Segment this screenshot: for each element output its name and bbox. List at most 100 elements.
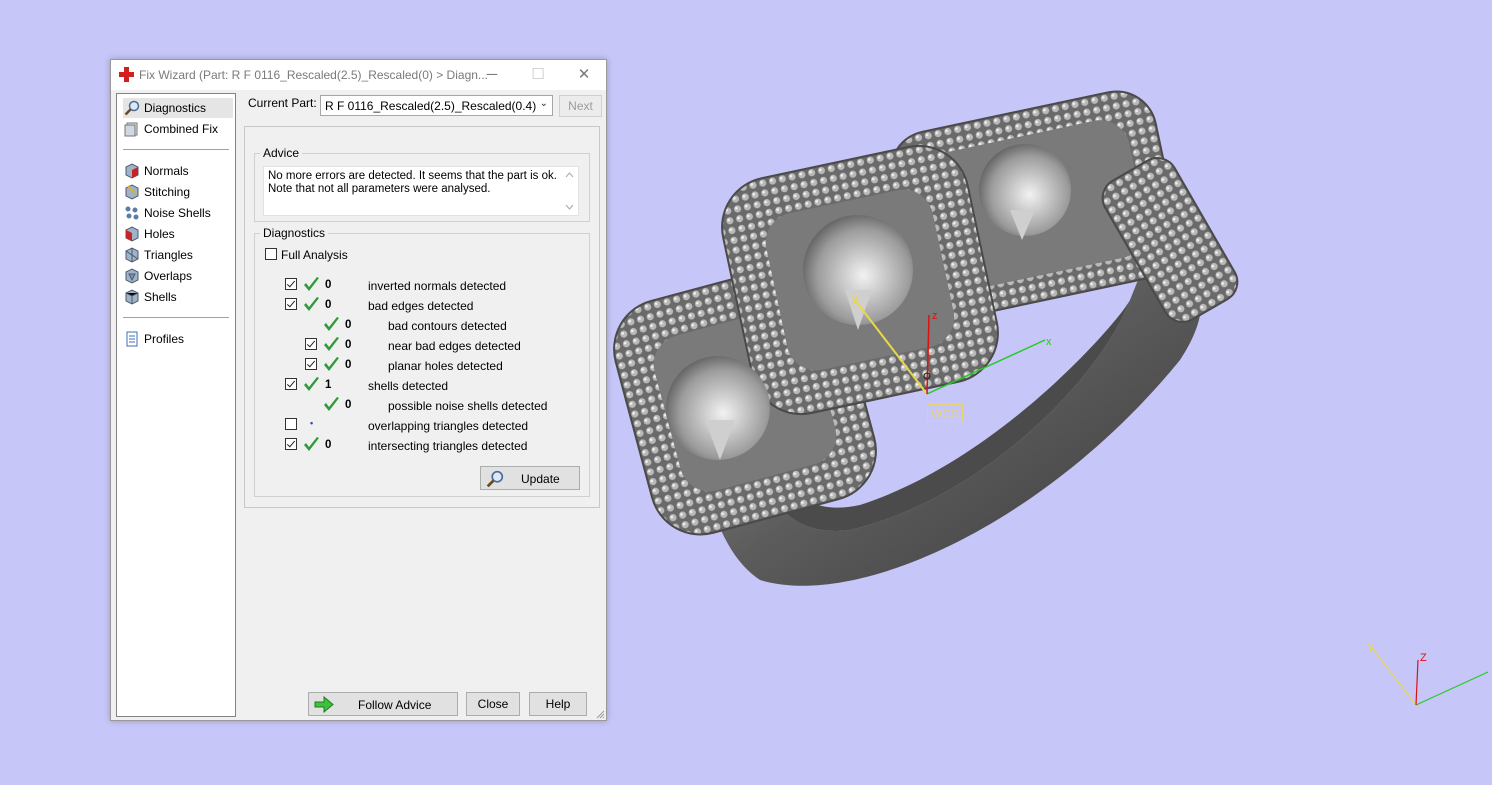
wcs-label: WCS xyxy=(927,404,963,422)
green-checkmark-icon xyxy=(324,337,339,351)
diagnostic-count: 1 xyxy=(325,379,332,391)
diagnostic-label: possible noise shells detected xyxy=(388,399,548,413)
diagnostic-label: inverted normals detected xyxy=(368,279,507,293)
diagnostic-row: 0 intersecting triangles detected xyxy=(255,437,585,456)
stitching-icon xyxy=(125,184,139,200)
sidebar-divider xyxy=(123,149,229,150)
sidebar-item-shells[interactable]: Shells xyxy=(123,287,233,307)
sidebar-item-holes[interactable]: Holes xyxy=(123,224,233,244)
diagnostic-label: near bad edges detected xyxy=(388,339,521,353)
green-arrow-icon xyxy=(314,696,334,713)
magnifier-icon xyxy=(486,470,504,488)
green-checkmark-icon xyxy=(304,297,319,311)
sidebar-item-diagnostics[interactable]: Diagnostics xyxy=(123,98,233,118)
diagnostic-count: 0 xyxy=(345,319,352,331)
help-button[interactable]: Help xyxy=(529,692,587,716)
wcs-z-label: z xyxy=(932,310,938,322)
diagnostic-row: 1 shells detected xyxy=(255,377,585,396)
diagnostic-checkbox[interactable] xyxy=(305,338,317,350)
minimize-button[interactable]: ─ xyxy=(469,60,515,90)
diagnostic-label: shells detected xyxy=(368,379,449,393)
diagnostic-count: 0 xyxy=(345,399,352,411)
diagnostic-row: 0 inverted normals detected xyxy=(255,277,585,296)
sidebar-divider xyxy=(123,317,229,318)
normals-icon xyxy=(125,163,139,179)
sidebar-item-noise-shells[interactable]: Noise Shells xyxy=(123,203,233,223)
next-button[interactable]: Next xyxy=(559,95,602,117)
advice-textbox[interactable]: No more errors are detected. It seems th… xyxy=(263,166,579,216)
diagnostic-count: 0 xyxy=(325,299,332,311)
sidebar-item-profiles[interactable]: Profiles xyxy=(123,329,233,349)
magnifier-icon xyxy=(124,100,140,116)
diagnostic-row: 0 planar holes detected xyxy=(255,357,585,376)
diagnostic-label: planar holes detected xyxy=(388,359,503,373)
full-analysis-checkbox[interactable] xyxy=(265,248,277,260)
diagnostic-checkbox[interactable] xyxy=(285,378,297,390)
diagnostic-checkbox[interactable] xyxy=(285,418,297,430)
diagnostic-count: 0 xyxy=(345,359,352,371)
sidebar-item-triangles[interactable]: Triangles xyxy=(123,245,233,265)
diagnostic-count: 0 xyxy=(325,439,332,451)
sidebar: Diagnostics Combined Fix Normals Stitchi… xyxy=(116,93,236,717)
update-button[interactable]: Update xyxy=(480,466,580,490)
combined-fix-icon xyxy=(124,122,138,137)
diagnostics-title: Diagnostics xyxy=(260,226,329,240)
title-bar[interactable]: Fix Wizard (Part: R F 0116_Rescaled(2.5)… xyxy=(111,60,606,90)
full-analysis-label: Full Analysis xyxy=(281,248,348,262)
sidebar-item-normals[interactable]: Normals xyxy=(123,161,233,181)
diagnostic-label: overlapping triangles detected xyxy=(368,419,529,433)
corner-axes-gizmo xyxy=(1371,647,1489,706)
advice-group: Advice No more errors are detected. It s… xyxy=(254,146,590,222)
current-part-dropdown[interactable]: R F 0116_Rescaled(2.5)_Rescaled(0.4) ⌄ xyxy=(320,95,553,116)
resize-grip-icon[interactable] xyxy=(595,709,605,719)
advice-scrollbar[interactable] xyxy=(561,167,578,215)
current-part-label: Current Part: xyxy=(248,96,317,110)
green-checkmark-icon xyxy=(324,357,339,371)
close-button[interactable]: Close xyxy=(466,692,520,716)
window-title: Fix Wizard (Part: R F 0116_Rescaled(2.5)… xyxy=(139,68,488,82)
shells-icon xyxy=(125,289,139,305)
sidebar-item-overlaps[interactable]: Overlaps xyxy=(123,266,233,286)
diagnostic-checkbox[interactable] xyxy=(285,298,297,310)
advice-line-2: Note that not all parameters were analys… xyxy=(268,183,491,195)
holes-icon xyxy=(125,226,139,242)
diagnostic-label: bad edges detected xyxy=(368,299,474,313)
diagnostic-row: • overlapping triangles detected xyxy=(255,418,585,436)
diagnostic-row: 0 bad edges detected xyxy=(255,297,585,316)
follow-advice-button[interactable]: Follow Advice xyxy=(308,692,458,716)
advice-line-1: No more errors are detected. It seems th… xyxy=(268,170,557,182)
sidebar-item-combined-fix[interactable]: Combined Fix xyxy=(123,119,233,139)
diagnostic-checkbox[interactable] xyxy=(285,438,297,450)
main-panel: Advice No more errors are detected. It s… xyxy=(244,126,600,508)
wcs-x-label: x xyxy=(1046,336,1052,348)
diagnostics-group: Diagnostics Full Analysis 0 inverted norm… xyxy=(254,226,590,497)
diagnostic-row: 0 near bad edges detected xyxy=(255,337,585,356)
green-checkmark-icon xyxy=(324,397,339,411)
diagnostic-count: 0 xyxy=(325,279,332,291)
advice-title: Advice xyxy=(260,146,303,160)
wcs-y-label: y xyxy=(852,293,858,305)
green-checkmark-icon xyxy=(304,437,319,451)
diagnostic-label: intersecting triangles detected xyxy=(368,439,528,453)
diagnostic-count: • xyxy=(310,418,314,428)
diagnostic-checkbox[interactable] xyxy=(305,358,317,370)
profiles-icon xyxy=(126,331,138,347)
diagnostic-row: 0 bad contours detected xyxy=(255,317,585,336)
triangles-icon xyxy=(125,247,139,263)
green-checkmark-icon xyxy=(324,317,339,331)
green-checkmark-icon xyxy=(304,277,319,291)
diagnostic-checkbox[interactable] xyxy=(285,278,297,290)
overlaps-icon xyxy=(125,268,139,284)
corner-y-label: Y xyxy=(1367,642,1375,654)
maximize-button[interactable]: ☐ xyxy=(515,60,561,90)
sidebar-item-stitching[interactable]: Stitching xyxy=(123,182,233,202)
green-checkmark-icon xyxy=(304,377,319,391)
corner-z-label: Z xyxy=(1420,652,1427,664)
diagnostic-row: 0 possible noise shells detected xyxy=(255,397,585,416)
diagnostic-count: 0 xyxy=(345,339,352,351)
noise-shells-icon xyxy=(125,206,139,220)
red-cross-app-icon xyxy=(119,67,134,82)
fix-wizard-dialog: Fix Wizard (Part: R F 0116_Rescaled(2.5)… xyxy=(110,59,607,721)
close-window-button[interactable]: ✕ xyxy=(561,60,607,90)
diagnostic-label: bad contours detected xyxy=(388,319,507,333)
